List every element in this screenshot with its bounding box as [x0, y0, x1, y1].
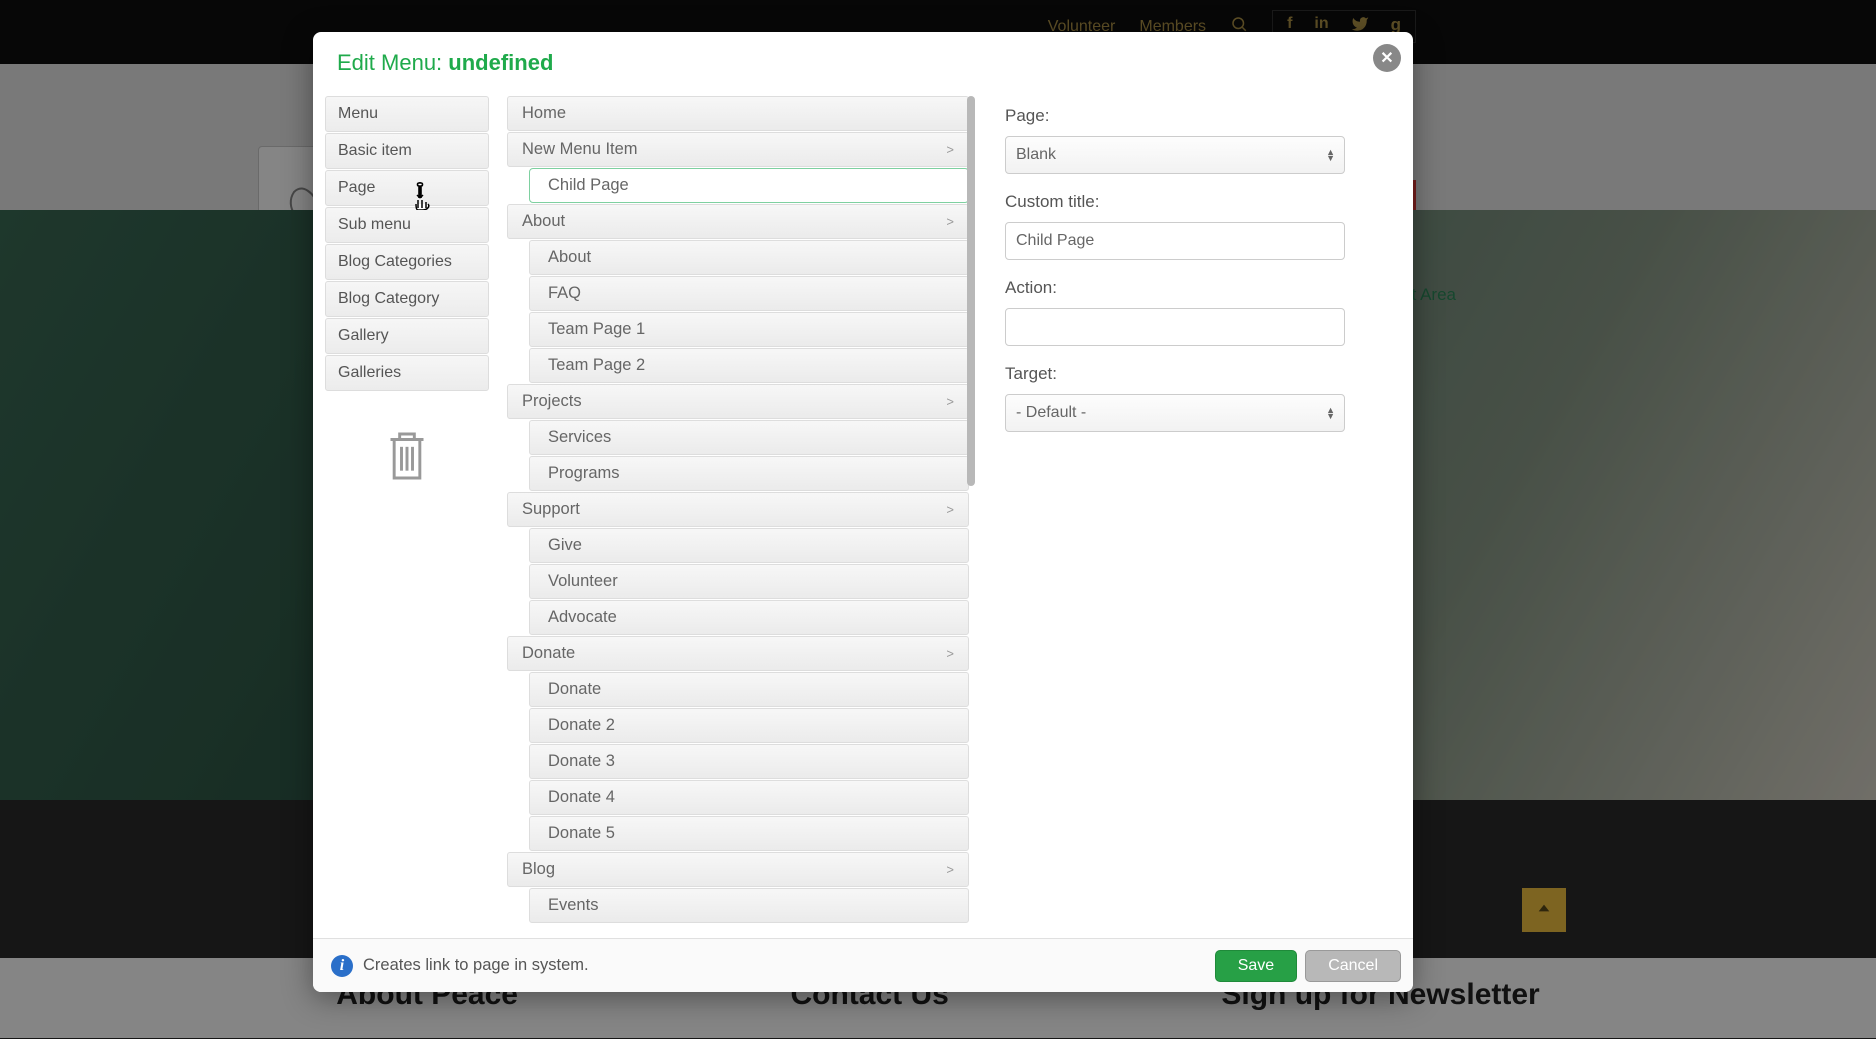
- tree-item-label: Blog: [522, 860, 555, 879]
- close-button[interactable]: ✕: [1373, 44, 1401, 72]
- target-select-value: - Default -: [1016, 404, 1086, 422]
- chevron-right-icon: >: [946, 394, 954, 409]
- chevron-right-icon: >: [946, 214, 954, 229]
- info-icon: i: [331, 955, 353, 977]
- tree-item-label: New Menu Item: [522, 140, 638, 159]
- tree-item-label: Projects: [522, 392, 582, 411]
- menu-item-donate[interactable]: Donate >: [507, 636, 969, 671]
- tree-item-label: Volunteer: [548, 572, 618, 591]
- tree-item-label: Advocate: [548, 608, 617, 627]
- menu-item-support[interactable]: Support >: [507, 492, 969, 527]
- tool-menu[interactable]: Menu: [325, 96, 489, 132]
- tree-scrollbar[interactable]: [967, 96, 975, 938]
- tool-page[interactable]: Page: [325, 170, 489, 206]
- sub-item-donate[interactable]: Donate: [529, 672, 969, 707]
- tree-item-label: Support: [522, 500, 580, 519]
- tool-blog-categories[interactable]: Blog Categories: [325, 244, 489, 280]
- target-select[interactable]: - Default - ▲▼: [1005, 394, 1345, 432]
- sub-item-about[interactable]: About: [529, 240, 969, 275]
- item-properties-panel: Page: Blank ▲▼ Custom title: Action: Tar…: [975, 96, 1405, 938]
- menu-tree: Home New Menu Item > Child Page About > About F…: [507, 96, 975, 938]
- chevron-right-icon: >: [946, 502, 954, 517]
- edit-menu-modal: Edit Menu: undefined ✕ MenuBasic itemPag…: [313, 32, 1413, 992]
- tree-item-label: FAQ: [548, 284, 581, 303]
- tool-palette: MenuBasic itemPageSub menuBlog Categorie…: [321, 96, 493, 938]
- modal-body: MenuBasic itemPageSub menuBlog Categorie…: [313, 88, 1413, 938]
- menu-item-blog[interactable]: Blog >: [507, 852, 969, 887]
- sub-item-team-page-1[interactable]: Team Page 1: [529, 312, 969, 347]
- sub-item-volunteer[interactable]: Volunteer: [529, 564, 969, 599]
- sub-item-donate-5[interactable]: Donate 5: [529, 816, 969, 851]
- tree-item-label: Donate: [548, 680, 601, 699]
- tree-item-label: Team Page 2: [548, 356, 645, 375]
- tree-item-label: Donate 4: [548, 788, 615, 807]
- sub-item-donate-3[interactable]: Donate 3: [529, 744, 969, 779]
- save-button[interactable]: Save: [1215, 950, 1297, 982]
- tree-item-label: Donate 3: [548, 752, 615, 771]
- tree-item-label: Services: [548, 428, 611, 447]
- menu-item-new-menu-item[interactable]: New Menu Item >: [507, 132, 969, 167]
- page-select-value: Blank: [1016, 146, 1056, 164]
- action-label: Action:: [1005, 278, 1385, 298]
- sub-item-child-page[interactable]: Child Page: [529, 168, 969, 203]
- sub-item-faq[interactable]: FAQ: [529, 276, 969, 311]
- tool-galleries[interactable]: Galleries: [325, 355, 489, 391]
- tree-item-label: Donate 5: [548, 824, 615, 843]
- chevron-right-icon: >: [946, 142, 954, 157]
- tree-item-label: Donate: [522, 644, 575, 663]
- menu-item-projects[interactable]: Projects >: [507, 384, 969, 419]
- tree-item-label: Donate 2: [548, 716, 615, 735]
- sub-item-team-page-2[interactable]: Team Page 2: [529, 348, 969, 383]
- sub-item-donate-4[interactable]: Donate 4: [529, 780, 969, 815]
- tree-item-label: Child Page: [548, 176, 629, 195]
- modal-title-prefix: Edit Menu:: [337, 50, 448, 75]
- custom-title-label: Custom title:: [1005, 192, 1385, 212]
- chevron-updown-icon: ▲▼: [1326, 149, 1334, 161]
- chevron-right-icon: >: [946, 646, 954, 661]
- close-icon: ✕: [1380, 48, 1393, 68]
- tree-item-label: Home: [522, 104, 566, 123]
- tree-item-label: Events: [548, 896, 598, 915]
- custom-title-input[interactable]: [1005, 222, 1345, 260]
- sub-item-give[interactable]: Give: [529, 528, 969, 563]
- footer-hint: Creates link to page in system.: [363, 956, 1207, 975]
- sub-item-services[interactable]: Services: [529, 420, 969, 455]
- trash-dropzone[interactable]: [325, 416, 489, 496]
- tree-item-label: Programs: [548, 464, 620, 483]
- tool-blog-category[interactable]: Blog Category: [325, 281, 489, 317]
- tool-sub-menu[interactable]: Sub menu: [325, 207, 489, 243]
- modal-title-name: undefined: [448, 50, 553, 75]
- sub-item-programs[interactable]: Programs: [529, 456, 969, 491]
- trash-icon: [385, 428, 429, 484]
- page-label: Page:: [1005, 106, 1385, 126]
- cancel-button[interactable]: Cancel: [1305, 950, 1401, 982]
- tree-item-label: Give: [548, 536, 582, 555]
- chevron-right-icon: >: [946, 862, 954, 877]
- target-label: Target:: [1005, 364, 1385, 384]
- modal-header: Edit Menu: undefined ✕: [313, 32, 1413, 88]
- tool-basic-item[interactable]: Basic item: [325, 133, 489, 169]
- page-select[interactable]: Blank ▲▼: [1005, 136, 1345, 174]
- tree-item-label: Team Page 1: [548, 320, 645, 339]
- tool-gallery[interactable]: Gallery: [325, 318, 489, 354]
- menu-item-home[interactable]: Home: [507, 96, 969, 131]
- chevron-updown-icon: ▲▼: [1326, 407, 1334, 419]
- menu-item-about[interactable]: About >: [507, 204, 969, 239]
- action-input[interactable]: [1005, 308, 1345, 346]
- sub-item-donate-2[interactable]: Donate 2: [529, 708, 969, 743]
- tree-item-label: About: [522, 212, 565, 231]
- tree-scrollbar-thumb[interactable]: [967, 96, 975, 486]
- sub-item-events[interactable]: Events: [529, 888, 969, 923]
- sub-item-advocate[interactable]: Advocate: [529, 600, 969, 635]
- modal-footer: i Creates link to page in system. Save C…: [313, 938, 1413, 992]
- tree-item-label: About: [548, 248, 591, 267]
